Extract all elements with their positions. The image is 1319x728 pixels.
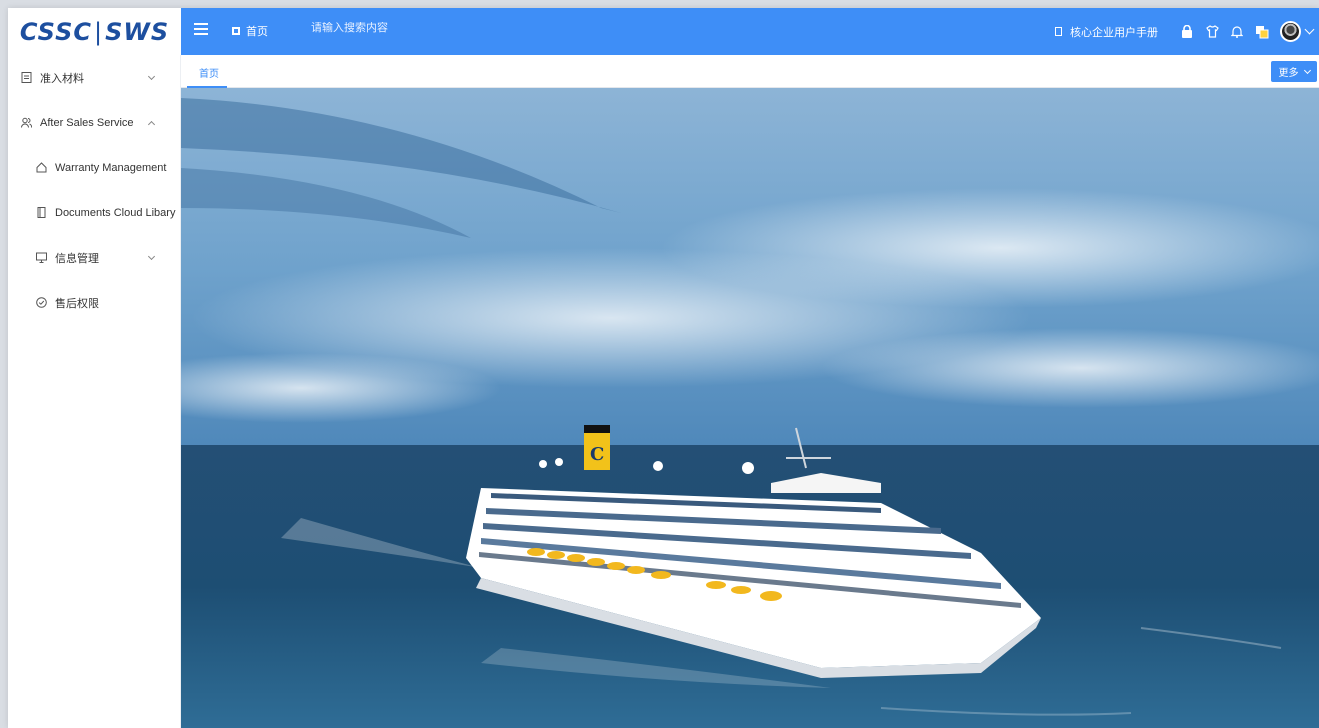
sidebar-item-information-management[interactable]: 信息管理 xyxy=(8,235,180,280)
sidebar-item-admission-materials[interactable]: 准入材料 xyxy=(8,55,180,100)
header-tools: 核心企业用户手册 xyxy=(1055,8,1315,55)
sidebar-item-label: Warranty Management xyxy=(55,161,167,174)
banner-image: C xyxy=(181,88,1319,728)
sidebar-item-after-sales-permissions[interactable]: 售后权限 xyxy=(8,280,180,325)
more-button[interactable]: 更多 xyxy=(1271,61,1317,82)
chevron-up-icon xyxy=(147,120,156,129)
shirt-icon[interactable] xyxy=(1205,25,1219,39)
document-icon xyxy=(21,72,32,83)
sidebar-item-warranty-management[interactable]: Warranty Management xyxy=(8,145,180,190)
chevron-down-icon xyxy=(147,72,156,81)
svg-text:C: C xyxy=(590,444,604,465)
user-avatar[interactable] xyxy=(1280,21,1301,42)
sidebar-item-label: 售后权限 xyxy=(55,297,99,310)
sidebar-item-documents-cloud-library[interactable]: Documents Cloud Libary xyxy=(8,190,180,235)
top-header: CSSC|SWS 首页 核心企业用户手册 xyxy=(8,8,1319,55)
chevron-down-icon[interactable] xyxy=(1304,24,1315,35)
app-frame: CSSC|SWS 首页 核心企业用户手册 xyxy=(8,8,1319,728)
user-manual-link[interactable]: 核心企业用户手册 xyxy=(1055,24,1158,40)
more-label: 更多 xyxy=(1278,68,1299,79)
manual-label: 核心企业用户手册 xyxy=(1070,26,1158,39)
chevron-down-icon xyxy=(147,252,156,261)
cruise-ship-banner: C xyxy=(181,88,1319,728)
sidebar-item-label: 准入材料 xyxy=(40,72,84,85)
home-link[interactable]: 首页 xyxy=(232,23,268,39)
sidebar-item-label: Documents Cloud Libary xyxy=(55,206,176,219)
bell-icon[interactable] xyxy=(1230,25,1244,39)
home-label: 首页 xyxy=(246,26,268,38)
tab-home[interactable]: 首页 xyxy=(199,65,219,80)
search-input[interactable] xyxy=(311,22,511,34)
logo: CSSC|SWS xyxy=(8,8,181,55)
home-icon xyxy=(36,162,47,173)
chevron-down-icon xyxy=(1303,66,1311,74)
logo-text: CSSC|SWS xyxy=(19,17,170,46)
sidebar-item-label: 信息管理 xyxy=(55,252,99,265)
users-icon xyxy=(21,117,32,128)
sidebar-item-after-sales-service[interactable]: After Sales Service xyxy=(8,100,180,145)
grid-icon xyxy=(232,27,240,35)
monitor-icon xyxy=(36,252,47,263)
menu-toggle-icon[interactable] xyxy=(194,23,208,35)
sidebar: 准入材料 After Sales Service Warranty Manage… xyxy=(8,55,181,728)
lock-icon[interactable] xyxy=(1180,25,1194,39)
sidebar-item-label: After Sales Service xyxy=(40,116,134,129)
tab-bar: 首页 更多 xyxy=(181,55,1319,88)
check-circle-icon xyxy=(36,297,47,308)
manual-icon xyxy=(1055,27,1062,36)
folder-icon xyxy=(36,207,47,218)
translate-icon[interactable] xyxy=(1255,25,1269,39)
